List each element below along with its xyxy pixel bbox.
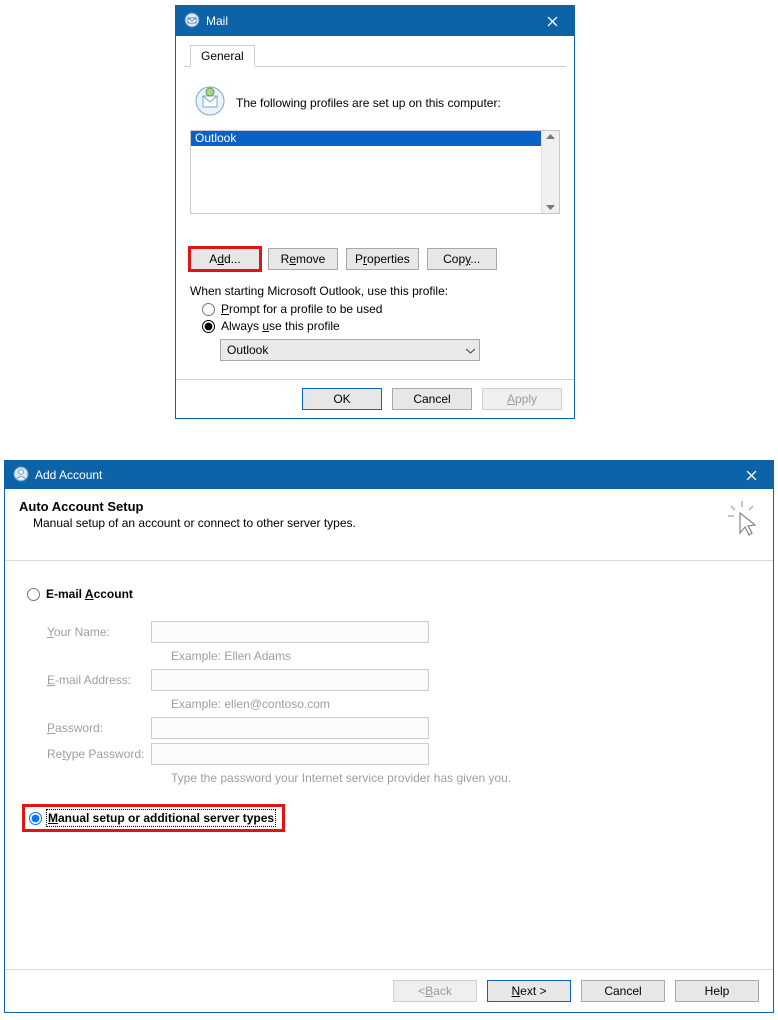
label-your-name: Your Name: [27, 625, 151, 639]
profiles-listbox[interactable]: Outlook [190, 130, 560, 214]
chevron-down-icon [461, 343, 479, 357]
radio-manual-setup[interactable]: Manual setup or additional server types [27, 809, 280, 827]
profile-combo-value: Outlook [227, 343, 268, 357]
cancel-button[interactable]: Cancel [392, 388, 472, 410]
apply-button: Apply [482, 388, 562, 410]
mail-dialog: Mail General The following profiles are … [175, 5, 575, 419]
wizard-title: Auto Account Setup [19, 499, 356, 514]
retype-password-field [151, 743, 429, 765]
ok-button[interactable]: OK [302, 388, 382, 410]
radio-email[interactable] [27, 588, 40, 601]
wizard-subtitle: Manual setup of an account or connect to… [33, 516, 356, 530]
close-icon[interactable] [532, 9, 572, 33]
account-icon [13, 466, 29, 485]
startup-label: When starting Microsoft Outlook, use thi… [190, 284, 560, 298]
hint-email: Example: ellen@contoso.com [171, 695, 751, 713]
hint-name: Example: Ellen Adams [171, 647, 751, 665]
add-account-dialog: Add Account Auto Account Setup Manual se… [4, 460, 774, 1013]
hint-password: Type the password your Internet service … [171, 769, 751, 787]
radio-always[interactable] [202, 320, 215, 333]
label-retype-password: Retype Password: [27, 747, 151, 761]
radio-prompt-row[interactable]: Prompt for a profile to be used [202, 302, 560, 316]
back-button: < Back [393, 980, 477, 1002]
properties-button[interactable]: Properties [346, 248, 419, 270]
radio-always-row[interactable]: Always use this profile [202, 319, 560, 333]
cursor-click-icon [725, 499, 759, 542]
radio-manual[interactable] [29, 812, 42, 825]
remove-button[interactable]: Remove [268, 248, 338, 270]
chevron-up-icon [546, 134, 555, 140]
profiles-info-text: The following profiles are set up on thi… [236, 96, 501, 110]
profile-combobox[interactable]: Outlook [220, 339, 480, 361]
scrollbar[interactable] [541, 131, 559, 213]
next-button[interactable]: Next > [487, 980, 571, 1002]
close-icon[interactable] [731, 464, 771, 486]
copy-button[interactable]: Copy... [427, 248, 497, 270]
radio-prompt[interactable] [202, 303, 215, 316]
mail-icon [184, 12, 200, 31]
chevron-down-icon [546, 204, 555, 210]
radio-email-account[interactable]: E-mail Account [27, 587, 751, 601]
mail-title: Mail [206, 14, 532, 28]
your-name-field [151, 621, 429, 643]
tabs-row: General [184, 40, 566, 67]
add-button[interactable]: Add... [190, 248, 260, 270]
tab-general[interactable]: General [190, 45, 255, 67]
profiles-icon [194, 85, 226, 120]
mail-titlebar: Mail [176, 6, 574, 36]
password-field [151, 717, 429, 739]
add-titlebar: Add Account [5, 461, 773, 489]
add-title: Add Account [35, 468, 731, 482]
label-password: Password: [27, 721, 151, 735]
label-email: E-mail Address: [27, 673, 151, 687]
email-field [151, 669, 429, 691]
cancel-button[interactable]: Cancel [581, 980, 665, 1002]
info-row: The following profiles are set up on thi… [194, 85, 556, 120]
help-button[interactable]: Help [675, 980, 759, 1002]
profile-item[interactable]: Outlook [191, 131, 541, 146]
